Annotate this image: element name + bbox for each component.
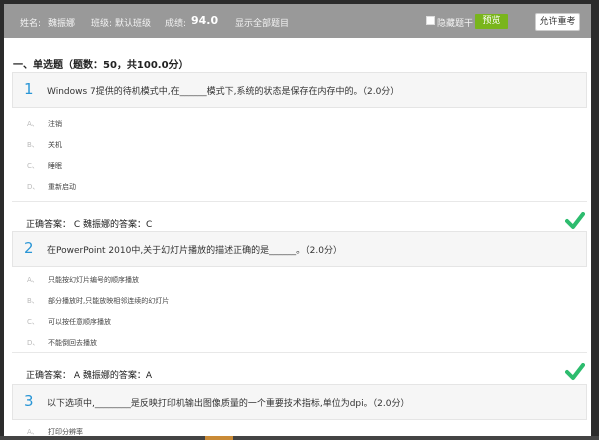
question-text: Windows 7提供的待机模式中,在______模式下,系统的状态是保存在内存… (47, 87, 400, 97)
option-letter: C、 (27, 318, 39, 326)
question-card: 2 在PowerPoint 2010中,关于幻灯片播放的描述正确的是______… (12, 231, 587, 393)
top-bar: 姓名: 魏振娜 班级: 默认班级 成绩: 94.0 显示全部题目 隐藏题干 预览… (4, 4, 591, 38)
option-text: 部分播放时,只能放映相邻连续的幻灯片 (48, 297, 170, 305)
option-letter: D、 (27, 183, 40, 191)
student-name: 魏振娜 (48, 19, 76, 29)
option-letter: C、 (27, 162, 39, 170)
option-item: B、 关机 (12, 133, 587, 154)
class-name: 默认班级 (115, 19, 152, 29)
option-text: 可以按任意顺序播放 (48, 318, 111, 326)
option-item: D、 不能倒回去播放 (12, 331, 587, 352)
question-text: 以下选项中,________是反映打印机输出图像质量的一个重要技术指标,单位为d… (47, 399, 410, 409)
option-item: C、 可以按任意顺序播放 (12, 310, 587, 331)
show-all-link[interactable]: 显示全部题目 (235, 16, 289, 29)
question-number: 3 (24, 392, 34, 410)
hide-stem-checkbox[interactable] (426, 16, 435, 25)
score-label: 成绩: (165, 19, 187, 29)
question-number: 2 (24, 239, 34, 257)
class-label: 班级: (91, 19, 113, 29)
option-text: 睡眠 (48, 162, 62, 170)
option-letter: B、 (27, 297, 39, 305)
option-letter: A、 (27, 276, 39, 284)
option-item: C、 睡眠 (12, 154, 587, 175)
exam-result-page: 姓名: 魏振娜 班级: 默认班级 成绩: 94.0 显示全部题目 隐藏题干 预览… (4, 4, 591, 440)
score-value: 94.0 (191, 14, 219, 27)
question-text: 在PowerPoint 2010中,关于幻灯片播放的描述正确的是______。（… (47, 246, 342, 256)
option-text: 关机 (48, 141, 62, 149)
answer-text: 正确答案： C 魏振娜的答案：C (26, 220, 153, 230)
option-text: 注销 (48, 120, 62, 128)
option-text: 只能按幻灯片编号的顺序播放 (48, 276, 139, 284)
correct-check-icon (565, 363, 585, 380)
option-text: 不能倒回去播放 (48, 339, 97, 347)
preview-button[interactable]: 预览 (475, 14, 508, 29)
option-item: D、 重新启动 (12, 175, 587, 196)
option-item: A、 只能按幻灯片编号的顺序播放 (12, 268, 587, 289)
allow-redo-button[interactable]: 允许重考 (535, 13, 580, 31)
question-header: 1 Windows 7提供的待机模式中,在______模式下,系统的状态是保存在… (12, 72, 587, 108)
option-item: B、 部分播放时,只能放映相邻连续的幻灯片 (12, 289, 587, 310)
question-card: 1 Windows 7提供的待机模式中,在______模式下,系统的状态是保存在… (12, 72, 587, 242)
option-letter: A、 (27, 120, 39, 128)
hide-stem-label: 隐藏题干 (437, 19, 474, 29)
question-header: 2 在PowerPoint 2010中,关于幻灯片播放的描述正确的是______… (12, 231, 587, 267)
taskbar-accent (205, 436, 233, 440)
option-text: 重新启动 (48, 183, 76, 191)
name-label: 姓名: (20, 19, 42, 29)
correct-check-icon (565, 212, 585, 229)
question-card: 3 以下选项中,________是反映打印机输出图像质量的一个重要技术指标,单位… (12, 384, 587, 440)
option-letter: B、 (27, 141, 39, 149)
question-header: 3 以下选项中,________是反映打印机输出图像质量的一个重要技术指标,单位… (12, 384, 587, 420)
taskbar-strip (0, 436, 599, 440)
section-title: 一、单选题（题数：50，共100.0分） (13, 60, 189, 71)
option-letter: D、 (27, 339, 40, 347)
option-item: A、 注销 (12, 112, 587, 133)
question-number: 1 (24, 80, 34, 98)
answer-text: 正确答案： A 魏振娜的答案：A (26, 371, 153, 381)
